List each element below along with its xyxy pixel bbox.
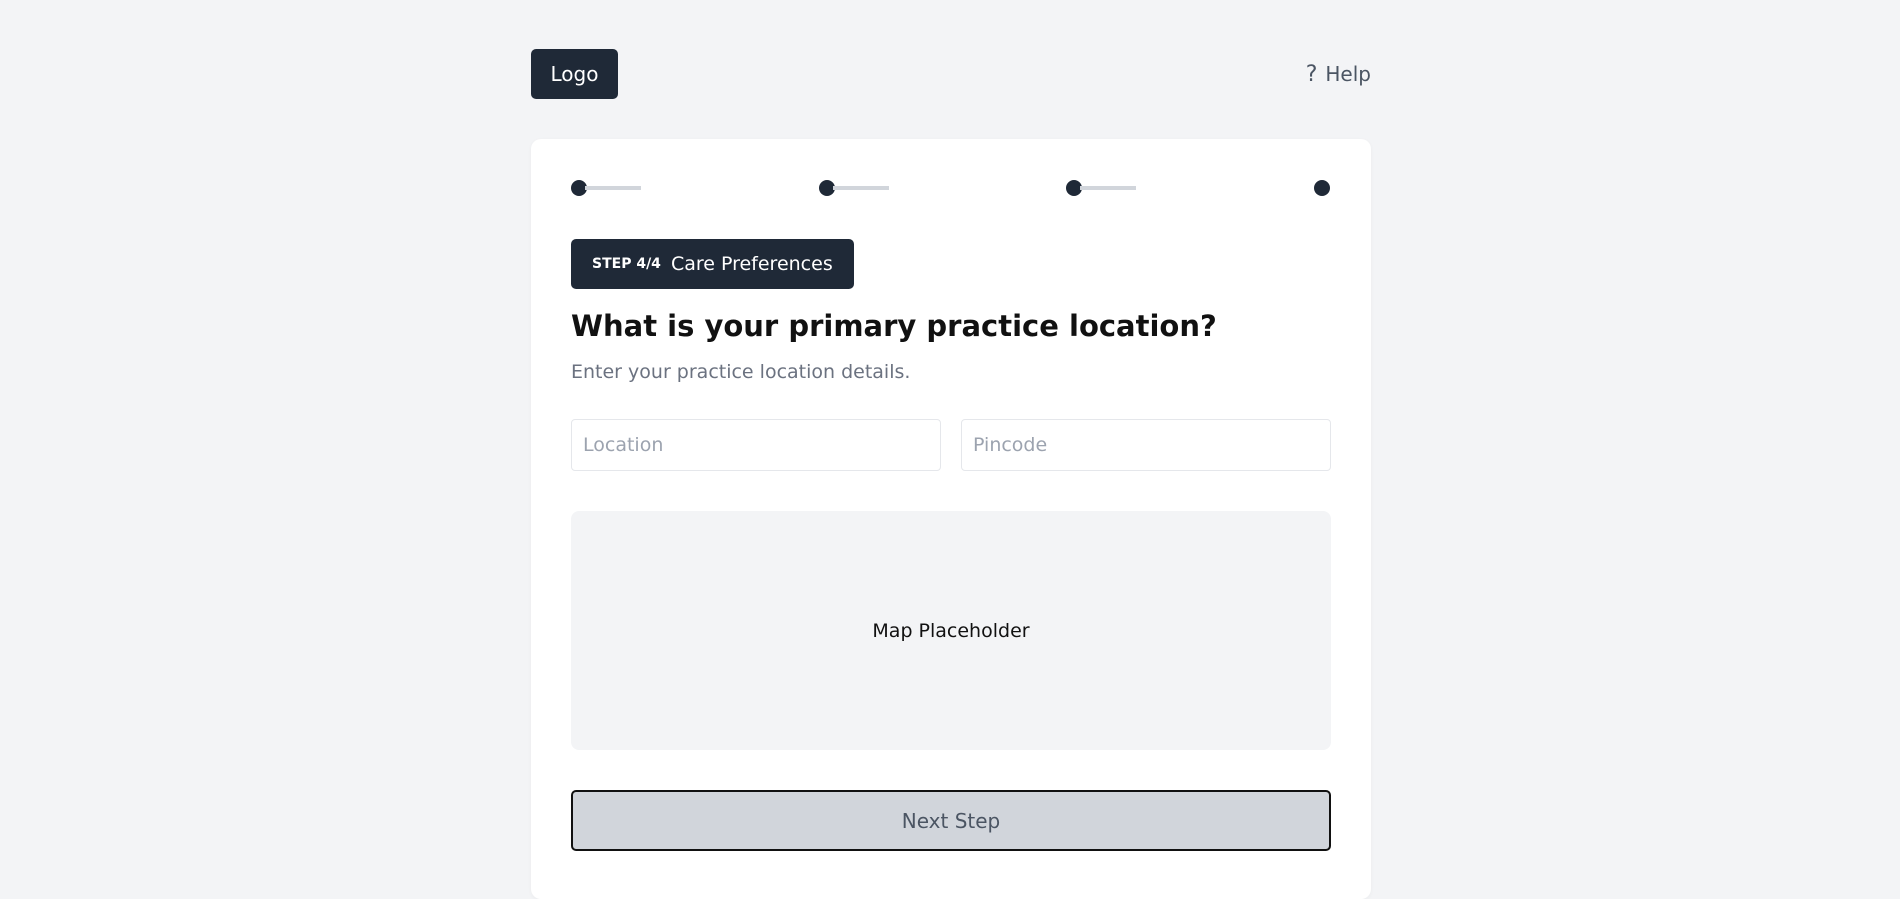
question-subtitle: Enter your practice location details.: [571, 361, 911, 383]
form-card: STEP 4/4 Care Preferences What is your p…: [531, 139, 1371, 899]
map-placeholder[interactable]: Map Placeholder: [571, 511, 1331, 750]
step-name: Care Preferences: [670, 253, 833, 275]
header: Logo ? Help: [531, 49, 1371, 99]
location-input[interactable]: [571, 419, 941, 471]
step-dot: [1314, 180, 1330, 196]
next-step-button[interactable]: Next Step: [571, 790, 1331, 851]
step-connector: [833, 186, 889, 190]
logo[interactable]: Logo: [531, 49, 618, 99]
help-label: Help: [1325, 62, 1371, 86]
question-title: What is your primary practice location?: [571, 309, 1217, 343]
step-number: STEP 4/4: [592, 256, 661, 272]
map-placeholder-label: Map Placeholder: [872, 619, 1030, 642]
pincode-input[interactable]: [961, 419, 1331, 471]
help-link[interactable]: ? Help: [1306, 49, 1371, 99]
step-badge: STEP 4/4 Care Preferences: [571, 239, 854, 289]
question-mark-icon: ?: [1305, 61, 1318, 87]
step-connector: [1080, 186, 1136, 190]
progress-stepper: [571, 180, 1331, 196]
step-connector: [585, 186, 641, 190]
